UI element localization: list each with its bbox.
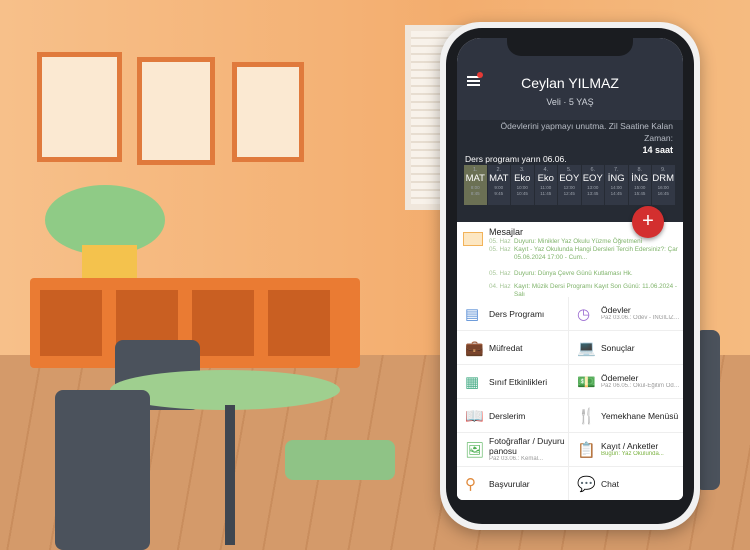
- lesson-end: 8:45: [470, 191, 480, 196]
- menu-item[interactable]: 💻 Sonuçlar: [569, 331, 683, 364]
- wall-picture-hearts: [37, 52, 122, 162]
- menu-item[interactable]: 💵 ÖdemelerPaz 06.05.: Okul-Eğitim Ödemesi…: [569, 365, 683, 398]
- menu-item-label: Sınıf Etkinlikleri: [489, 376, 548, 387]
- lesson-end: 15:45: [634, 191, 646, 196]
- notice-text: Ödevlerini yapmayı unutma. Zil Saatine K…: [500, 121, 673, 143]
- picture-icon: 🖼: [465, 441, 485, 459]
- schedule-lesson[interactable]: 6. EOY 13:00 13:45: [581, 165, 604, 205]
- laptop-chart-icon: 💻: [577, 339, 596, 357]
- message-date: 05. Haz: [489, 238, 511, 245]
- stamp-icon: ⚲: [465, 475, 476, 493]
- envelope-icon: [463, 232, 483, 246]
- briefcase-icon: 💼: [465, 339, 484, 357]
- message-date: 05. Haz: [489, 270, 511, 277]
- schedule-lesson[interactable]: 7. İNG 14:00 14:45: [605, 165, 628, 205]
- lesson-subject: DRM: [652, 173, 675, 184]
- lesson-subject: EOY: [582, 173, 603, 184]
- lesson-subject: MAT: [465, 173, 485, 184]
- menu-item[interactable]: ▤ Ders Programı: [457, 297, 568, 330]
- menu-item-label: Ders Programı: [489, 308, 545, 319]
- notebook-icon: ▤: [465, 305, 480, 323]
- wall-picture-moon: [137, 57, 215, 165]
- add-button[interactable]: +: [632, 206, 664, 238]
- menu-item[interactable]: 📋 Kayıt / Anketler Bugün: Yaz Okulunda...: [569, 433, 683, 466]
- message-item[interactable]: 05. Haz Duyuru: Minikler Yaz Okulu Yüzme …: [489, 238, 681, 246]
- menu-item-label: Yemekhane Menüsü: [601, 410, 679, 421]
- user-name: Ceylan YILMAZ: [521, 75, 619, 91]
- lesson-end: 10:45: [516, 191, 528, 196]
- money-hand-icon: 💵: [577, 373, 596, 391]
- table-leg: [225, 405, 235, 545]
- menu-item[interactable]: ▦ Sınıf Etkinlikleri: [457, 365, 568, 398]
- lesson-subject: İNG: [631, 173, 649, 184]
- chat-bubbles-icon: 💬: [577, 475, 596, 493]
- schedule-strip: 1. MAT 8:00 8:45 2. MAT 9:00 9:45 3. Eko 10:00 10:4…: [464, 165, 675, 205]
- schedule-lesson[interactable]: 9. DRM 16:00 16:45: [652, 165, 675, 205]
- glass-fork-icon: 🍴: [577, 407, 596, 425]
- schedule-lesson[interactable]: 5. EOY 12:00 12:45: [558, 165, 581, 205]
- menu-grid: ▤ Ders Programı ◷ Ödevler Paz 03.06.: Ödev -…: [457, 297, 683, 500]
- menu-item[interactable]: 🍴 Yemekhane Menüsü: [569, 399, 683, 432]
- message-text: Duyuru: Minikler Yaz Okulu Yüzme Öğretme…: [514, 238, 643, 245]
- menu-item[interactable]: 🖼 Fotoğraflar / Duyuru panosu Paz 03.06.: …: [457, 433, 568, 466]
- schedule-lesson[interactable]: 3. Eko 10:00 10:45: [511, 165, 534, 205]
- lesson-subject: İNG: [607, 173, 625, 184]
- lesson-end: 13:45: [587, 191, 599, 196]
- lesson-end: 14:45: [610, 191, 622, 196]
- menu-item-subtitle: Paz 03.06.: Kemal...: [489, 456, 544, 462]
- menu-item[interactable]: 💼 Müfredat: [457, 331, 568, 364]
- menu-item[interactable]: 📖 Derslerim: [457, 399, 568, 432]
- schedule-lesson[interactable]: 2. MAT 9:00 9:45: [487, 165, 510, 205]
- clipboard-check-icon: 📋: [577, 441, 596, 459]
- app-screen: Ceylan YILMAZ Veli · 5 YAŞ Ödevlerini ya…: [457, 38, 683, 500]
- schedule-lesson[interactable]: 1. MAT 8:00 8:45: [464, 165, 487, 205]
- schedule-title: Ders programı yarın 06.06.: [465, 154, 567, 164]
- message-text: Duyuru: Dünya Çevre Günü Kutlaması Hk.: [514, 270, 633, 277]
- menu-item-subtitle: Paz 03.06.: Ödev - İNGİLİZCE - Five Sens…: [601, 315, 681, 321]
- chair: [285, 440, 395, 480]
- menu-item-subtitle: Paz 06.05.: Okul-Eğitim Ödemesi'e ait üc…: [601, 383, 681, 389]
- remaining-time: 14 saat: [642, 145, 673, 155]
- menu-item-label: Müfredat: [489, 342, 523, 353]
- message-date: 05. Haz: [489, 246, 511, 253]
- clock-icon: ◷: [577, 305, 591, 323]
- lesson-end: 16:45: [657, 191, 669, 196]
- menu-item[interactable]: ⚲ Başvurular: [457, 467, 568, 500]
- menu-item-label: Fotoğraflar / Duyuru panosu: [489, 436, 565, 456]
- user-role: Veli · 5 YAŞ: [546, 97, 594, 107]
- book-icon: 📖: [465, 407, 484, 425]
- lesson-end: 12:45: [563, 191, 575, 196]
- messages-title: Mesajlar: [489, 227, 524, 237]
- menu-item-label: Ödevler: [601, 305, 631, 315]
- menu-item[interactable]: 💬 Chat: [569, 467, 683, 500]
- menu-item-label: Başvurular: [489, 478, 530, 489]
- schedule-lesson[interactable]: 4. Eko 11:00 11:45: [534, 165, 557, 205]
- menu-item-subtitle: Bugün: Yaz Okulunda...: [601, 451, 664, 457]
- menu-item-label: Chat: [601, 478, 619, 489]
- lesson-end: 11:45: [540, 191, 552, 196]
- menu-item-label: Ödemeler: [601, 373, 639, 383]
- phone-notch: [507, 38, 633, 56]
- spreadsheet-icon: ▦: [465, 373, 480, 391]
- menu-item-label: Sonuçlar: [601, 342, 635, 353]
- wall-picture-rainbow: [232, 62, 304, 162]
- chair: [55, 390, 150, 550]
- menu-item-label: Kayıt / Anketler: [601, 441, 659, 451]
- message-text: Kayıt - Yaz Okulunda Hangi Dersleri Terc…: [514, 246, 678, 261]
- lesson-subject: Eko: [514, 173, 531, 184]
- lesson-subject: MAT: [489, 173, 509, 184]
- lesson-subject: Eko: [537, 173, 554, 184]
- menu-item[interactable]: ◷ ÖdevlerPaz 03.06.: Ödev - İNGİLİZCE - F…: [569, 297, 683, 330]
- schedule-lesson[interactable]: 8. İNG 15:00 15:45: [628, 165, 651, 205]
- lesson-subject: EOY: [559, 173, 580, 184]
- menu-item-label: Derslerim: [489, 410, 526, 421]
- message-item[interactable]: 05. Haz Duyuru: Dünya Çevre Günü Kutlamas…: [489, 270, 681, 278]
- lesson-end: 9:45: [494, 191, 504, 196]
- message-item[interactable]: 05. Haz Kayıt - Yaz Okulunda Hangi Dersle…: [489, 246, 681, 262]
